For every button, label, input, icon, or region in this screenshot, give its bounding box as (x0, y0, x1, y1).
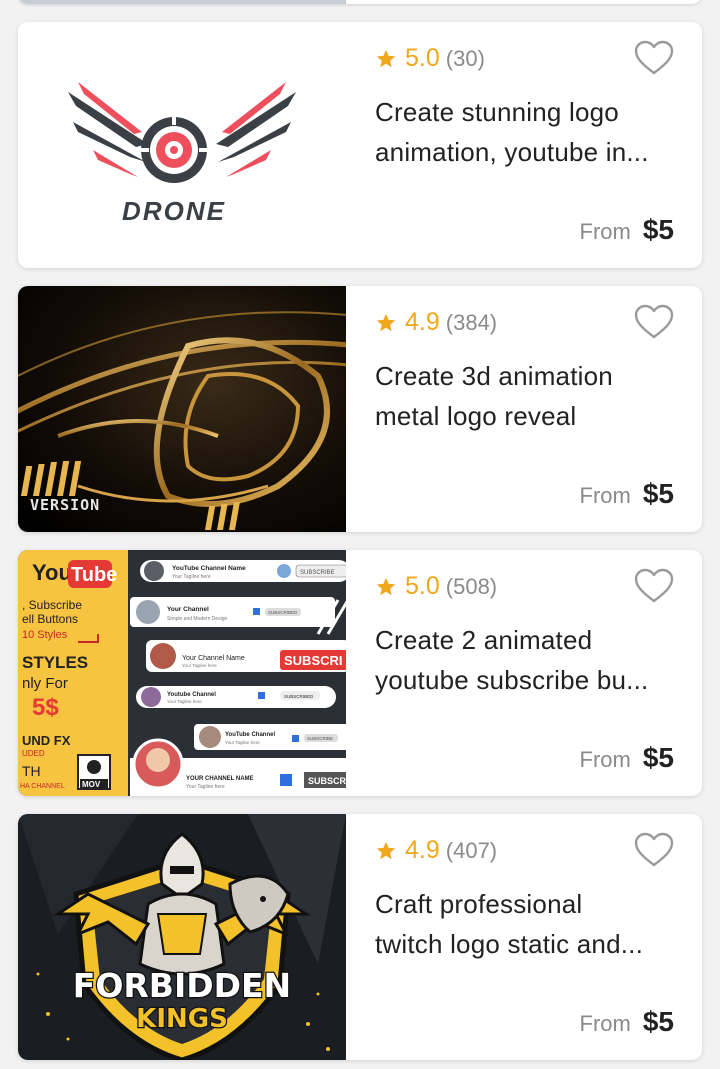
rating-value: 5.0 (405, 44, 440, 72)
thumbnail-text: SUBSCRIBE (300, 570, 335, 576)
gig-card[interactable]: You Tube , Subscribe ell Buttons 10 Styl… (18, 550, 702, 796)
gig-title[interactable]: Create stunning logo animation, youtube … (375, 92, 674, 172)
thumbnail-text: nly For (22, 675, 68, 692)
heart-outline-icon[interactable] (634, 40, 674, 76)
thumbnail-text: Your Tagline here (182, 663, 217, 668)
star-icon (376, 841, 396, 859)
gig-info: 5.0 (30) Create stunning logo animation,… (346, 22, 702, 268)
thumbnail-text: UND FX (22, 733, 71, 748)
thumbnail-text: Your Tagline here (167, 699, 202, 704)
youtube-logo-tube: Tube (71, 564, 117, 586)
thumbnail-text: SUBSCRIBED (268, 610, 298, 615)
star-icon (376, 313, 396, 331)
gig-title-line: Create 3d animation (375, 361, 613, 391)
thumbnail-text: VERSION (30, 496, 100, 514)
thumbnail-text: YouTube Channel Name (172, 565, 246, 572)
gig-title-line: Create 2 animated (375, 625, 593, 655)
from-label: From (579, 483, 631, 508)
gig-thumbnail[interactable]: VERSION (18, 286, 346, 532)
previous-card-thumbnail (18, 0, 346, 4)
gig-card[interactable]: VERSION 4.9 (384) Create 3d animation me… (18, 286, 702, 532)
thumbnail-text: Simple and Modern Design (167, 616, 228, 622)
price: $5 (642, 478, 674, 509)
rating: 4.9 (384) (375, 308, 497, 337)
thumbnail-text: SUBSCRIBED (284, 694, 314, 699)
thumbnail-text: DRONE (122, 196, 226, 226)
gig-card[interactable]: FORBIDDEN KINGS 4.9 (407) Craft professi… (18, 814, 702, 1060)
gig-thumbnail[interactable]: You Tube , Subscribe ell Buttons 10 Styl… (18, 550, 346, 796)
gig-card[interactable]: DRONE 5.0 (30) Create stunning logo anim… (18, 22, 702, 268)
thumbnail-text: 5$ (32, 694, 59, 721)
rating: 4.9 (407) (375, 836, 497, 865)
thumbnail-text: , Subscribe (22, 598, 82, 612)
metal-logo-image: VERSION (18, 286, 346, 532)
heart-outline-icon[interactable] (634, 568, 674, 604)
gig-title[interactable]: Create 2 animated youtube subscribe bu..… (375, 620, 674, 700)
heart-outline-icon[interactable] (634, 304, 674, 340)
thumbnail-text: STYLES (22, 653, 88, 672)
thumbnail-text: YouTube Channel (225, 732, 275, 738)
forbidden-kings-logo-image: FORBIDDEN KINGS (18, 814, 346, 1060)
gig-title-line: Craft professional (375, 889, 583, 919)
rating-value: 4.9 (405, 836, 440, 864)
gig-thumbnail[interactable]: FORBIDDEN KINGS (18, 814, 346, 1060)
gig-thumbnail[interactable]: DRONE (18, 22, 346, 268)
gig-title-line: metal logo reveal (375, 401, 577, 431)
previous-card-edge[interactable] (18, 0, 702, 4)
thumbnail-text: Youtube Channel (167, 692, 216, 698)
price-row: From $5 (580, 478, 674, 510)
gig-title-line: Create stunning logo (375, 97, 619, 127)
price-row: From $5 (580, 742, 674, 774)
thumbnail-text: 10 Styles (22, 629, 68, 641)
youtube-buttons-image: You Tube , Subscribe ell Buttons 10 Styl… (18, 550, 346, 796)
price: $5 (642, 742, 674, 773)
heart-outline-icon[interactable] (634, 832, 674, 868)
thumbnail-text: UDED (22, 749, 45, 758)
from-label: From (579, 219, 631, 244)
gig-info: 4.9 (407) Craft professional twitch logo… (346, 814, 702, 1060)
thumbnail-text: TH (22, 763, 41, 779)
review-count: (30) (445, 45, 485, 71)
gig-title-line: animation, youtube in... (375, 137, 649, 167)
thumbnail-text: SUBSCRIBE (307, 736, 333, 741)
price: $5 (642, 214, 674, 245)
thumbnail-text: HA CHANNEL (20, 783, 65, 790)
from-label: From (579, 1011, 631, 1036)
review-count: (407) (445, 837, 498, 863)
rating-value: 4.9 (405, 308, 440, 336)
price-row: From $5 (580, 214, 674, 246)
price-row: From $5 (580, 1006, 674, 1038)
gig-title[interactable]: Craft professional twitch logo static an… (375, 884, 674, 964)
rating: 5.0 (508) (375, 572, 497, 601)
thumbnail-text: Your Tagline here (186, 784, 225, 790)
thumbnail-text: KINGS (136, 1004, 228, 1034)
gig-info: 4.9 (384) Create 3d animation metal logo… (346, 286, 702, 532)
thumbnail-text: Your Tagline here (225, 740, 260, 745)
price: $5 (642, 1006, 674, 1037)
thumbnail-text: YOUR CHANNEL NAME (186, 776, 254, 782)
drone-logo-image: DRONE (18, 22, 346, 268)
rating-value: 5.0 (405, 572, 440, 600)
gig-info: 5.0 (508) Create 2 animated youtube subs… (346, 550, 702, 796)
rating: 5.0 (30) (375, 44, 485, 73)
thumbnail-text: Your Channel (167, 606, 209, 613)
thumbnail-text: ell Buttons (22, 612, 78, 626)
thumbnail-text: SUBSCRI (284, 653, 343, 668)
thumbnail-text: SUBSCR (308, 776, 346, 786)
thumbnail-text: Your Channel Name (182, 655, 245, 662)
gig-title-line: youtube subscribe bu... (375, 665, 649, 695)
gig-title[interactable]: Create 3d animation metal logo reveal (375, 356, 674, 436)
thumbnail-text: MOV (82, 780, 101, 789)
youtube-logo-you: You (32, 560, 72, 585)
thumbnail-text: FORBIDDEN (73, 966, 291, 1005)
star-icon (376, 577, 396, 595)
thumbnail-text: Your Tagline here (172, 574, 211, 580)
review-count: (508) (445, 573, 498, 599)
gig-title-line: twitch logo static and... (375, 929, 644, 959)
review-count: (384) (445, 309, 498, 335)
from-label: From (579, 747, 631, 772)
star-icon (376, 49, 396, 67)
